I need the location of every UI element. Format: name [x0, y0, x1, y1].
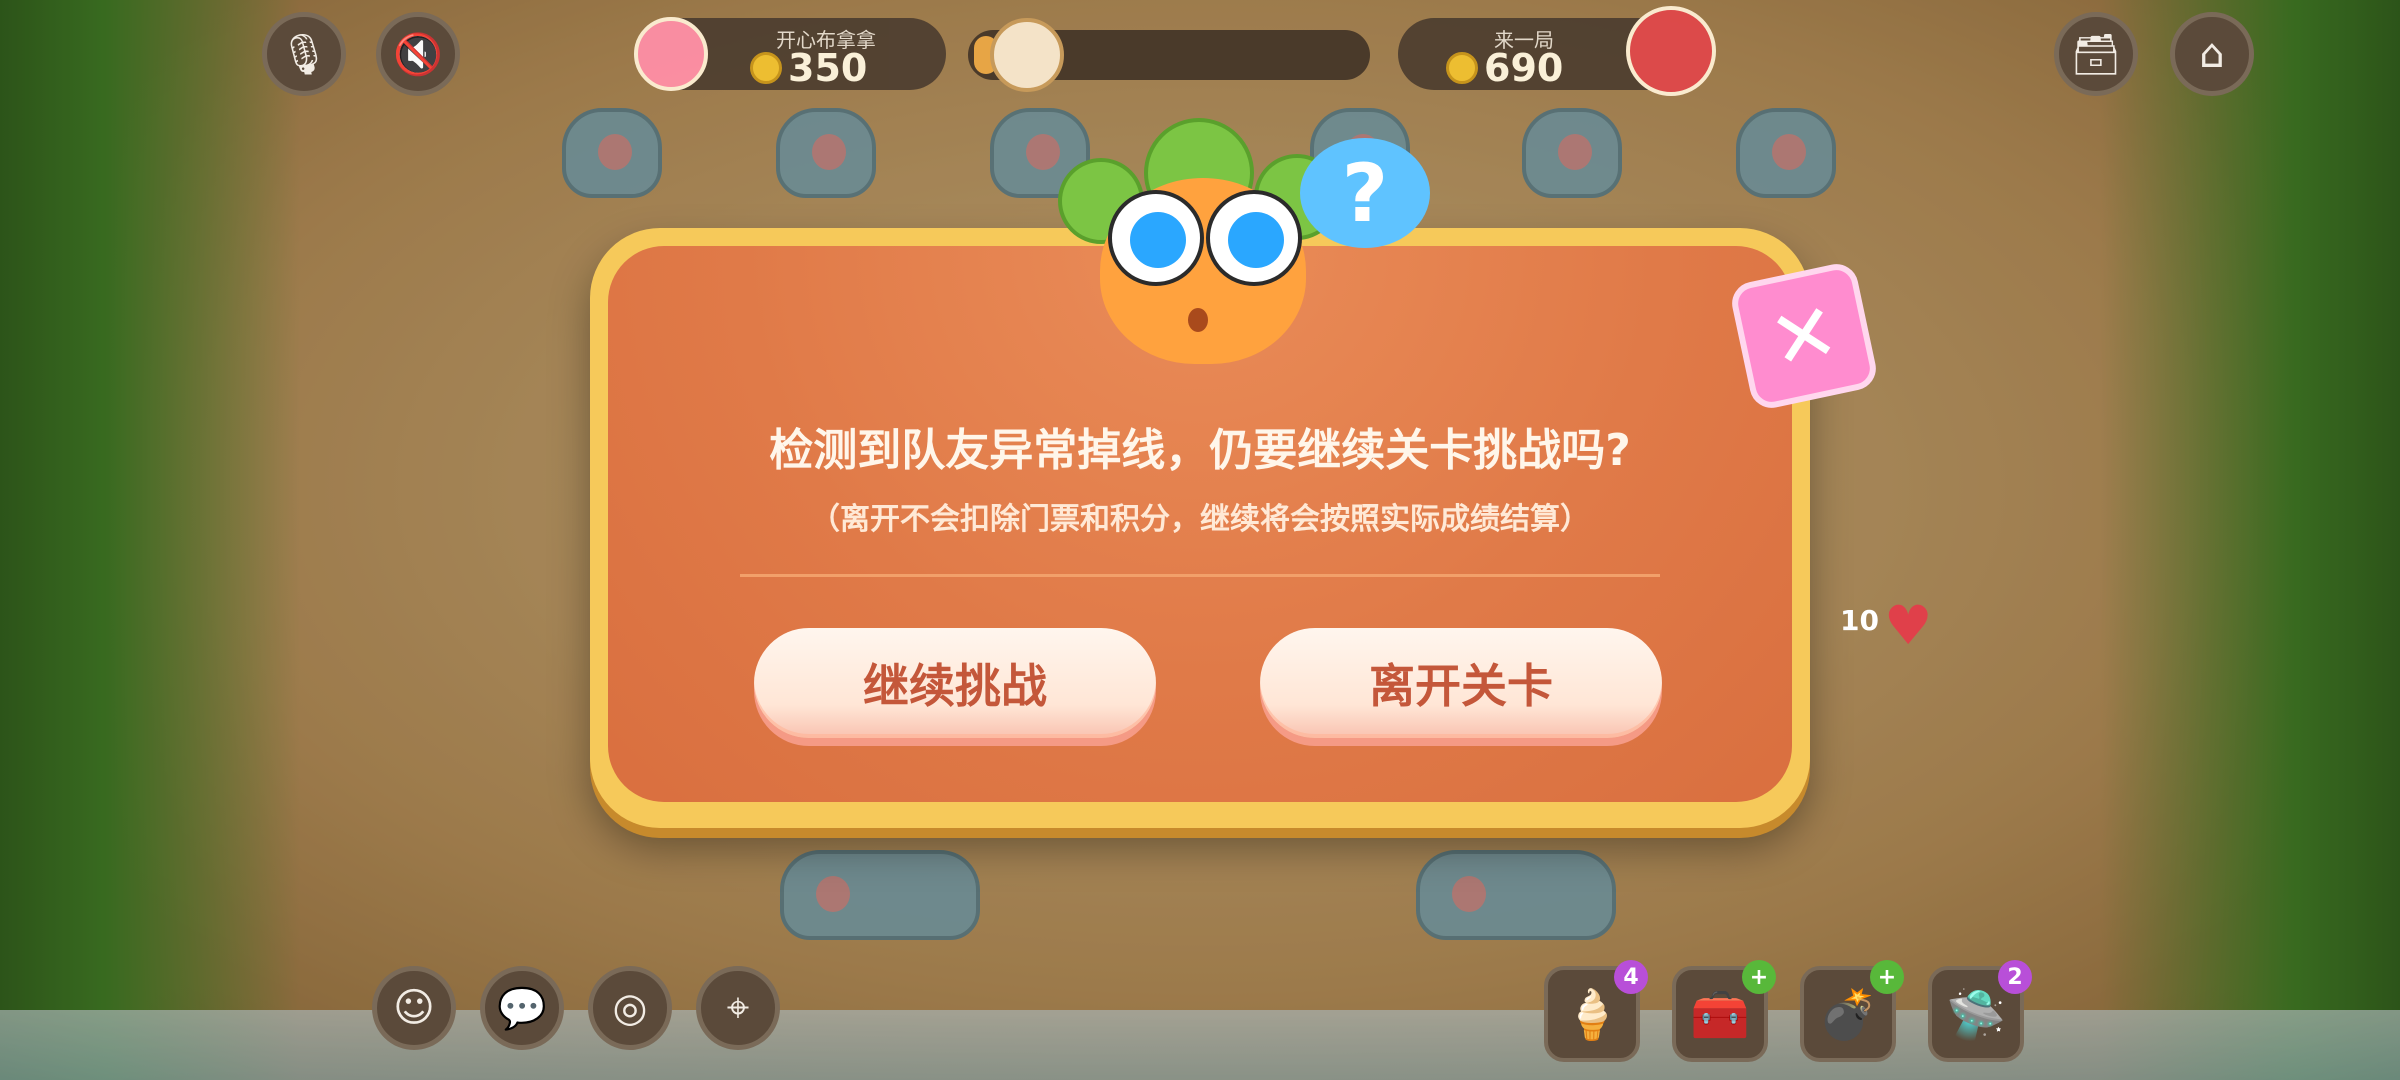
swirl-icon: ◎: [612, 985, 648, 1031]
archive-button[interactable]: 🗃: [2054, 12, 2138, 96]
question-mark: ?: [1341, 146, 1389, 240]
coin-icon: [1446, 52, 1478, 84]
item-medkit[interactable]: 🧰 +: [1672, 960, 1776, 1062]
location-icon: ⌖: [726, 985, 750, 1031]
close-icon: ✕: [1761, 283, 1847, 389]
swirl-button[interactable]: ◎: [588, 966, 672, 1050]
player1-score: 350: [788, 46, 868, 90]
popsicle-icon: 🍦: [1562, 986, 1622, 1043]
dialog-title: 检测到队友异常掉线，仍要继续关卡挑战吗?: [769, 425, 1631, 476]
player1-panel: 开心布拿拿 350: [634, 17, 946, 91]
player1-avatar: [634, 17, 708, 91]
mascot-mouth: [1188, 308, 1208, 332]
mic-off-icon: 🎙: [278, 31, 330, 78]
home-icon: ⌂: [2199, 31, 2225, 77]
lives-counter: 10 ♥: [1840, 594, 1932, 657]
close-button[interactable]: ✕: [1728, 260, 1880, 412]
player2-score: 690: [1484, 46, 1564, 90]
coin-icon: [750, 52, 782, 84]
question-bubble: ?: [1300, 138, 1430, 248]
carrot-mascot: [1058, 118, 1348, 364]
heart-icon: ♥: [1884, 594, 1933, 657]
item-popsicle[interactable]: 🍦 4: [1544, 960, 1648, 1062]
item-count-badge: 4: [1614, 960, 1648, 994]
continue-challenge-button[interactable]: 继续挑战: [754, 628, 1156, 738]
player2-avatar: [1626, 6, 1716, 96]
lives-count: 10: [1840, 604, 1879, 637]
dialog-divider: [740, 574, 1660, 577]
dialog-subtitle: （离开不会扣除门票和积分，继续将会按照实际成绩结算）: [810, 502, 1590, 537]
progress-marker-icon: [990, 18, 1064, 92]
chat-icon: 💬: [497, 985, 547, 1032]
archive-icon: 🗃: [2070, 31, 2122, 78]
medkit-icon: 🧰: [1690, 986, 1750, 1043]
leave-level-button[interactable]: 离开关卡: [1260, 628, 1662, 738]
item-count-badge: 2: [1998, 960, 2032, 994]
emote-button[interactable]: ☺: [372, 966, 456, 1050]
home-button[interactable]: ⌂: [2170, 12, 2254, 96]
player2-panel: 来一局 690: [1398, 6, 1716, 96]
mic-button[interactable]: 🎙: [262, 12, 346, 96]
mascot-eye: [1108, 190, 1204, 286]
item-bomb[interactable]: 💣 +: [1800, 960, 1904, 1062]
bomb-icon: 💣: [1818, 986, 1878, 1043]
sound-button[interactable]: 🔇: [376, 12, 460, 96]
ufo-icon: 🛸: [1946, 986, 2006, 1043]
sound-off-icon: 🔇: [393, 31, 443, 78]
level-progress-bar: [968, 18, 1370, 92]
smile-icon: ☺: [393, 985, 435, 1031]
add-item-badge: +: [1742, 960, 1776, 994]
chat-button[interactable]: 💬: [480, 966, 564, 1050]
location-button[interactable]: ⌖: [696, 966, 780, 1050]
mascot-eye: [1206, 190, 1302, 286]
item-ufo[interactable]: 🛸 2: [1928, 960, 2032, 1062]
add-item-badge: +: [1870, 960, 1904, 994]
